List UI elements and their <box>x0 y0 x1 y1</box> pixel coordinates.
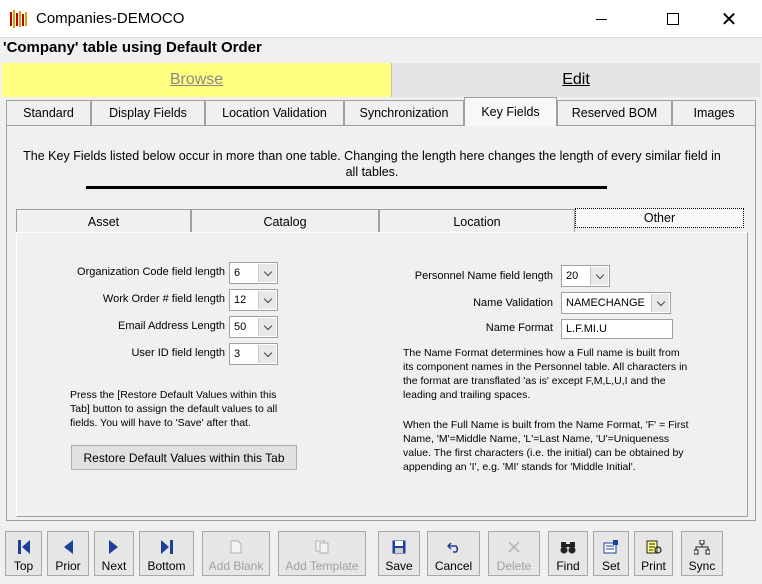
prior-button-label: Prior <box>55 559 81 573</box>
user-id-length-value: 3 <box>234 348 241 360</box>
prior-button[interactable]: Prior <box>47 531 89 576</box>
name-format-label: Name Format <box>485 322 553 334</box>
new-document-icon <box>230 539 242 555</box>
tab-display-fields[interactable]: Display Fields <box>91 100 205 125</box>
sync-button[interactable]: Sync <box>681 531 723 576</box>
user-id-length-select[interactable]: 3 <box>229 343 278 365</box>
top-button[interactable]: Top <box>5 531 42 576</box>
window-title: Companies-DEMOCO <box>36 10 185 27</box>
subtab-location[interactable]: Location <box>379 209 575 233</box>
work-order-length-value: 12 <box>234 294 247 306</box>
user-id-length-label: User ID field length <box>131 347 225 359</box>
email-length-value: 50 <box>234 321 247 333</box>
add-blank-button-label: Add Blank <box>208 559 264 573</box>
cancel-button-label: Cancel <box>434 559 473 573</box>
find-button[interactable]: Find <box>548 531 588 576</box>
network-sync-icon <box>694 539 710 555</box>
tab-standard[interactable]: Standard <box>6 100 91 125</box>
work-order-length-select[interactable]: 12 <box>229 289 278 311</box>
tab-location-validation[interactable]: Location Validation <box>205 100 344 125</box>
org-code-length-value: 6 <box>234 267 241 279</box>
last-record-icon <box>160 539 173 555</box>
maximize-button[interactable] <box>650 0 696 38</box>
minimize-button[interactable] <box>578 0 624 38</box>
form-heading: 'Company' table using Default Order <box>3 39 262 56</box>
title-bar: Companies-DEMOCO ✕ <box>0 0 762 38</box>
browse-mode-button[interactable]: Browse <box>2 63 391 97</box>
delete-button[interactable]: Delete <box>488 531 540 576</box>
name-format-note: The Name Format determines how a Full na… <box>403 347 688 401</box>
add-template-button-label: Add Template <box>285 559 359 573</box>
add-blank-button[interactable]: Add Blank <box>202 531 270 576</box>
binoculars-icon <box>560 539 576 555</box>
chevron-down-icon <box>590 267 608 285</box>
maximize-icon <box>667 13 679 25</box>
restore-defaults-button[interactable]: Restore Default Values within this Tab <box>71 445 297 470</box>
chevron-down-icon <box>258 318 276 336</box>
edit-mode-button[interactable]: Edit <box>391 63 760 97</box>
filter-set-icon <box>603 539 619 555</box>
add-template-button[interactable]: Add Template <box>278 531 366 576</box>
undo-icon <box>446 539 461 555</box>
next-record-icon <box>109 539 119 555</box>
name-format-input[interactable]: L.F.MI.U <box>561 319 673 339</box>
set-button[interactable]: Set <box>593 531 629 576</box>
org-code-length-label: Organization Code field length <box>77 266 225 278</box>
chevron-down-icon <box>258 345 276 363</box>
chevron-down-icon <box>651 294 669 312</box>
personnel-name-length-select[interactable]: 20 <box>561 265 610 287</box>
delete-x-icon <box>508 539 520 555</box>
name-validation-value: NAMECHANGE <box>566 297 645 309</box>
next-button-label: Next <box>101 559 127 573</box>
chevron-down-icon <box>258 291 276 309</box>
print-button-label: Print <box>641 559 666 573</box>
next-button[interactable]: Next <box>94 531 134 576</box>
set-button-label: Set <box>601 559 620 573</box>
printer-icon <box>646 539 662 555</box>
save-button-label: Save <box>385 559 413 573</box>
other-subpanel: Organization Code field length 6 Work Or… <box>16 232 748 517</box>
bottom-button[interactable]: Bottom <box>139 531 194 576</box>
sync-button-label: Sync <box>688 559 716 573</box>
personnel-name-length-value: 20 <box>566 270 579 282</box>
email-length-select[interactable]: 50 <box>229 316 278 338</box>
tab-key-fields[interactable]: Key Fields <box>464 97 557 126</box>
close-button[interactable]: ✕ <box>706 0 752 38</box>
delete-button-label: Delete <box>496 559 532 573</box>
tab-synchronization[interactable]: Synchronization <box>344 100 464 125</box>
cancel-button[interactable]: Cancel <box>427 531 480 576</box>
print-button[interactable]: Print <box>634 531 673 576</box>
key-fields-panel: The Key Fields listed below occur in mor… <box>6 125 756 521</box>
restore-note: Press the [Restore Default Values within… <box>70 389 278 429</box>
find-button-label: Find <box>556 559 580 573</box>
subtab-other[interactable]: Other <box>575 208 744 228</box>
app-logo-icon <box>10 10 27 28</box>
org-code-length-select[interactable]: 6 <box>229 262 278 284</box>
close-icon: ✕ <box>720 7 738 31</box>
save-button[interactable]: Save <box>378 531 420 576</box>
record-toolbar: Top Prior Next Bottom Add Blank Add Temp… <box>0 528 762 584</box>
floppy-disk-icon <box>392 539 406 555</box>
personnel-name-length-label: Personnel Name field length <box>414 270 553 282</box>
tab-reserved-bom[interactable]: Reserved BOM <box>557 100 672 125</box>
divider <box>86 186 607 189</box>
tab-images[interactable]: Images <box>672 100 756 125</box>
key-fields-info: The Key Fields listed below occur in mor… <box>23 149 721 179</box>
work-order-length-label: Work Order # field length <box>102 293 225 305</box>
bottom-button-label: Bottom <box>147 559 186 573</box>
chevron-down-icon <box>258 264 276 282</box>
first-record-icon <box>17 539 30 555</box>
name-validation-label: Name Validation <box>473 297 553 309</box>
subtab-catalog[interactable]: Catalog <box>191 209 379 233</box>
prior-record-icon <box>63 539 73 555</box>
name-format-note-details: When the Full Name is built from the Nam… <box>403 419 689 473</box>
minimize-icon <box>595 18 607 20</box>
top-button-label: Top <box>13 559 34 573</box>
copy-document-icon <box>315 539 329 555</box>
name-validation-select[interactable]: NAMECHANGE <box>561 292 671 314</box>
name-format-value: L.F.MI.U <box>566 323 607 335</box>
email-length-label: Email Address Length <box>117 320 225 332</box>
subtab-asset[interactable]: Asset <box>16 209 191 233</box>
